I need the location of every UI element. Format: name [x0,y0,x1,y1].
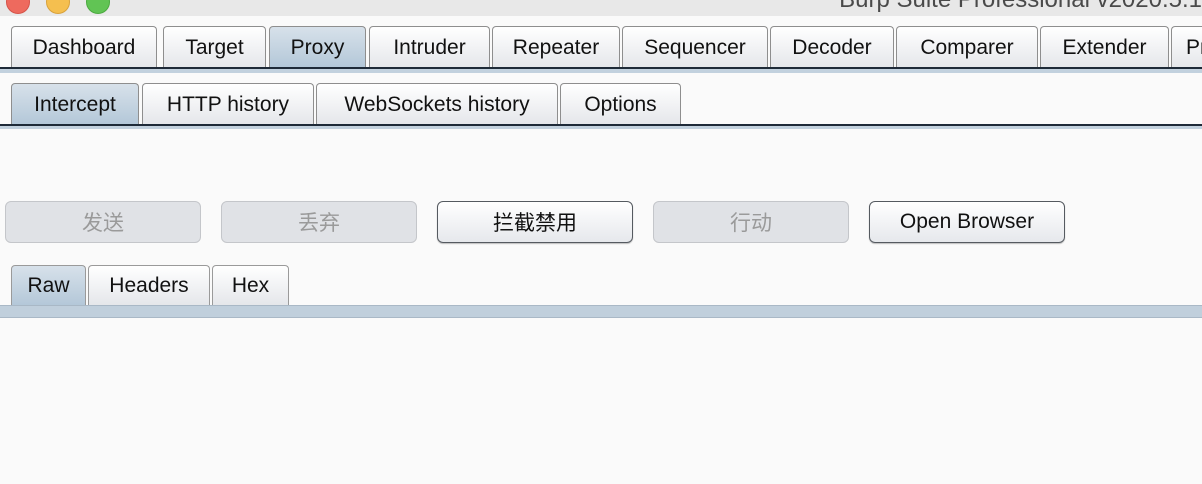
main-tab-divider [0,67,1202,73]
tab-dashboard[interactable]: Dashboard [11,26,157,68]
proxy-tab-divider [0,124,1202,129]
message-editor[interactable] [0,318,1202,484]
burp-window: Burp Suite Professional v2020.5.1 Dashbo… [0,0,1202,484]
tab-decoder[interactable]: Decoder [770,26,894,68]
tab-hex[interactable]: Hex [212,265,289,306]
tab-raw[interactable]: Raw [11,265,86,306]
maximize-window-icon[interactable] [86,0,110,14]
close-window-icon[interactable] [6,0,30,14]
tab-sequencer[interactable]: Sequencer [622,26,768,68]
minimize-window-icon[interactable] [46,0,70,14]
tab-intruder[interactable]: Intruder [369,26,490,68]
tab-proxy[interactable]: Proxy [269,26,366,68]
editor-tab-divider [0,305,1202,318]
tab-comparer[interactable]: Comparer [896,26,1038,68]
tab-repeater[interactable]: Repeater [492,26,620,68]
title-bar: Burp Suite Professional v2020.5.1 [0,0,1202,16]
tab-target[interactable]: Target [163,26,266,68]
window-title: Burp Suite Professional v2020.5.1 [839,0,1202,14]
tab-headers[interactable]: Headers [88,265,210,306]
tab-options[interactable]: Options [560,83,681,125]
forward-button[interactable]: 发送 [5,201,201,243]
tab-intercept[interactable]: Intercept [11,83,139,125]
tab-project-options[interactable]: Pr [1171,26,1202,68]
open-browser-button[interactable]: Open Browser [869,201,1065,243]
tab-http-history[interactable]: HTTP history [142,83,314,125]
tab-extender[interactable]: Extender [1040,26,1169,68]
action-button[interactable]: 行动 [653,201,849,243]
intercept-toggle-button[interactable]: 拦截禁用 [437,201,633,243]
drop-button[interactable]: 丢弃 [221,201,417,243]
tab-websockets-history[interactable]: WebSockets history [316,83,558,125]
